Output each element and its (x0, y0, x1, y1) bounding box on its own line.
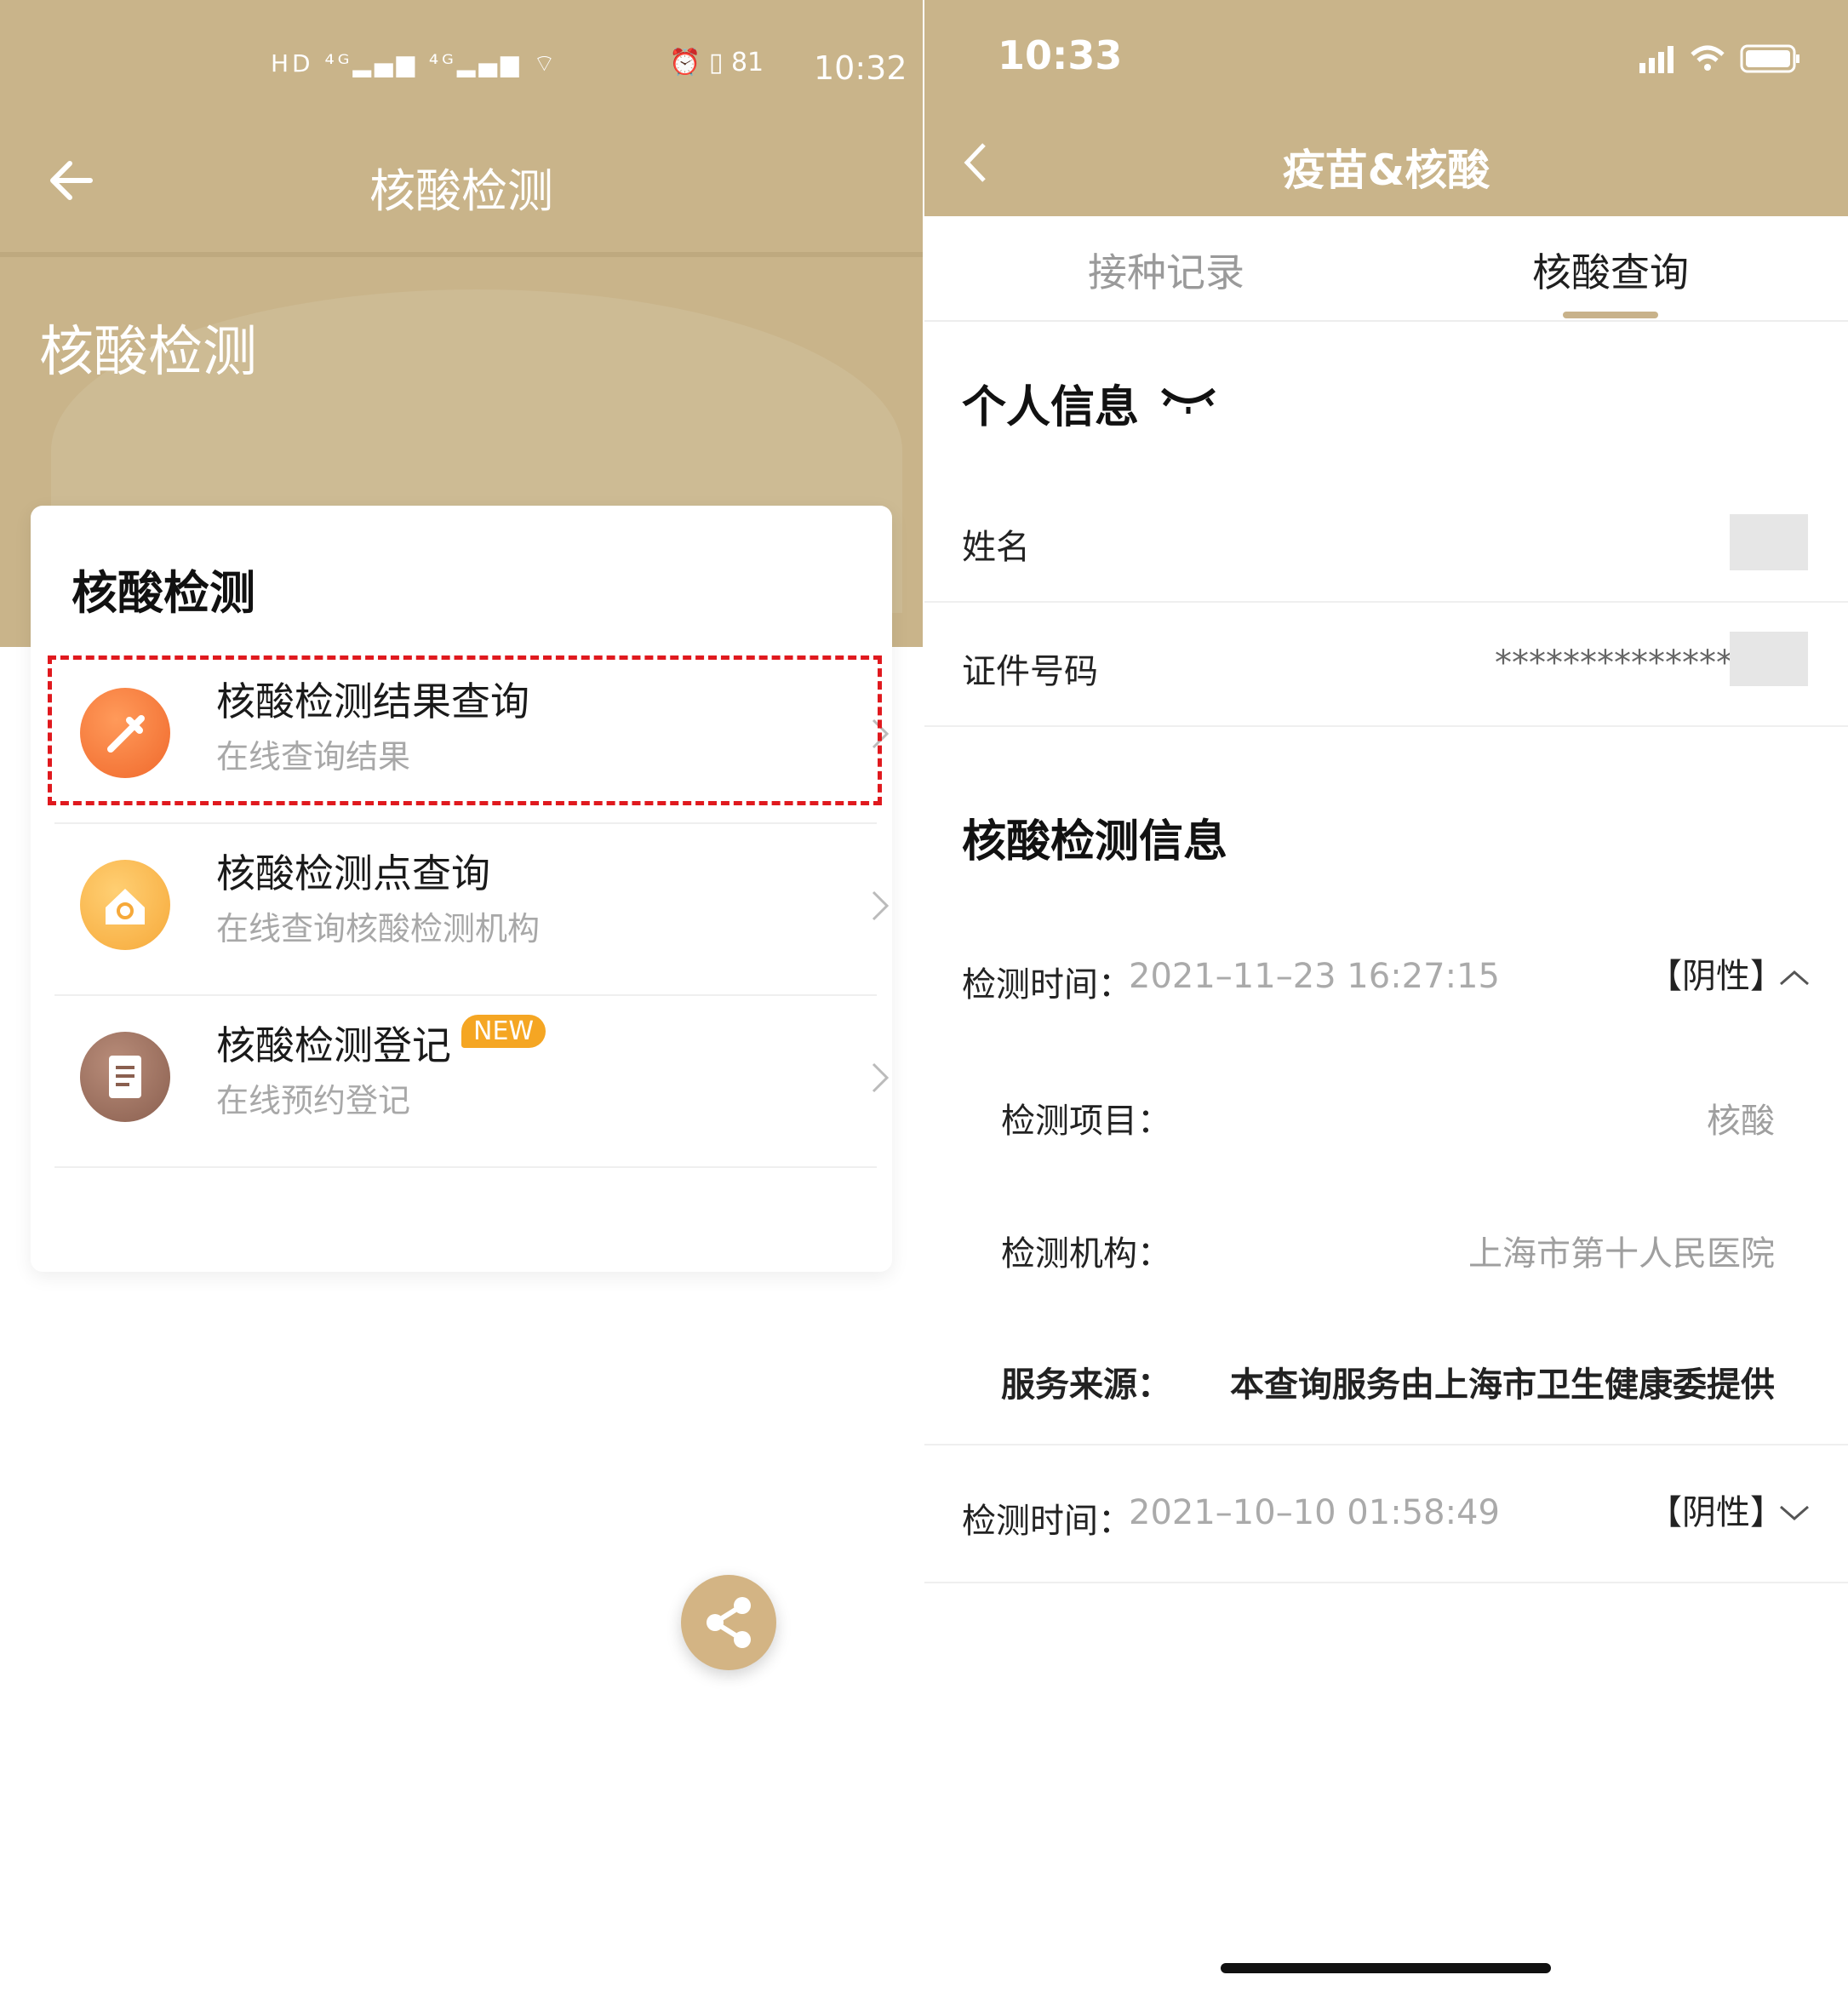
share-icon (707, 1597, 751, 1648)
time-label: 检测时间： (962, 1502, 1132, 1541)
page-title: 疫苗&核酸 (1282, 146, 1490, 195)
result-badge: 【阴性】 (1648, 1493, 1784, 1532)
list-item-subtitle: 在线查询核酸检测机构 (216, 910, 541, 947)
test-record-header[interactable]: 检测时间： 2021–10–10 01:58:49 【阴性】 (924, 1473, 1848, 1558)
status-icons (1639, 44, 1799, 73)
detail-value: 上海市第十人民医院 (1468, 1234, 1775, 1274)
highlight-box (48, 655, 882, 805)
detail-label: 检测项目： (1001, 1102, 1171, 1141)
test-info-title: 核酸检测信息 (962, 816, 1228, 867)
id-label: 证件号码 (962, 652, 1098, 691)
right-screen: 10:33 疫苗&核酸 接种记录 核酸查询 个人信息 姓名 证件号码 *****… (924, 0, 1848, 1992)
signal-icon: HD ⁴ᴳ▂▄▆ ⁴ᴳ▂▄▆ ⌔ (271, 49, 559, 77)
divider (54, 1166, 877, 1168)
id-value: ************** (1495, 644, 1733, 683)
status-bar: HD ⁴ᴳ▂▄▆ ⁴ᴳ▂▄▆ ⌔ ⏰ ▯ 81 10:32 (0, 34, 923, 102)
time-label: 检测时间： (962, 965, 1132, 1005)
page-title: 核酸检测 (369, 164, 553, 218)
service-card: 核酸检测 核酸检测结果查询 在线查询结果 核酸检测点查询 在线查询核酸检测机构 (31, 506, 892, 1272)
list-item-subtitle: 在线预约登记 (216, 1082, 411, 1119)
divider (924, 1444, 1848, 1445)
card-title: 核酸检测 (72, 566, 255, 620)
list-item-title: 核酸检测点查询 (216, 850, 490, 896)
left-screen: HD ⁴ᴳ▂▄▆ ⁴ᴳ▂▄▆ ⌔ ⏰ ▯ 81 10:32 核酸检测 核酸检测 … (0, 0, 923, 1992)
tab-vaccination-records[interactable]: 接种记录 (1088, 242, 1244, 298)
battery-level: 81 (730, 48, 764, 77)
name-value-redacted (1730, 514, 1808, 570)
chevron-right-icon (872, 1062, 890, 1093)
id-value-redacted (1730, 632, 1808, 686)
detail-value: 核酸 (1707, 1102, 1775, 1141)
divider (924, 601, 1848, 603)
home-search-icon (80, 860, 170, 950)
active-tab-indicator (1563, 312, 1658, 318)
list-item-title: 核酸检测登记 (216, 1022, 451, 1068)
result-badge: 【阴性】 (1648, 957, 1784, 996)
detail-label: 检测机构： (1001, 1234, 1171, 1274)
divider (924, 1582, 1848, 1583)
alarm-icon: ⏰ ▯ 81 (669, 48, 764, 77)
name-label: 姓名 (962, 528, 1030, 567)
list-item-registration[interactable]: 核酸检测登记 NEW 在线预约登记 (54, 993, 890, 1163)
banner-title: 核酸检测 (39, 321, 257, 384)
personal-info-title: 个人信息 (962, 382, 1140, 433)
home-indicator (1221, 1963, 1551, 1973)
test-record-header[interactable]: 检测时间： 2021–11–23 16:27:15 【阴性】 (924, 936, 1848, 1022)
share-button[interactable] (681, 1575, 776, 1670)
divider (924, 725, 1848, 727)
status-time: 10:32 (814, 49, 907, 87)
list-item-site-query[interactable]: 核酸检测点查询 在线查询核酸检测机构 (54, 821, 890, 991)
tab-bar: 接种记录 核酸查询 (924, 216, 1848, 322)
new-badge: NEW (461, 1015, 546, 1048)
status-time: 10:33 (998, 32, 1123, 78)
chevron-right-icon (872, 890, 890, 921)
detail-value: 本查询服务由上海市卫生健康委提供 (1230, 1365, 1775, 1405)
chevron-down-icon (1780, 1505, 1809, 1520)
detail-label: 服务来源： (1001, 1365, 1171, 1405)
test-time: 2021–10–10 01:58:49 (1129, 1493, 1500, 1532)
chevron-up-icon (1780, 970, 1809, 986)
eye-closed-icon[interactable] (1158, 383, 1219, 417)
document-icon (80, 1032, 170, 1122)
test-time: 2021–11–23 16:27:15 (1129, 957, 1500, 996)
nav-divider (0, 252, 923, 257)
tab-nucleic-acid-query[interactable]: 核酸查询 (1532, 242, 1689, 298)
